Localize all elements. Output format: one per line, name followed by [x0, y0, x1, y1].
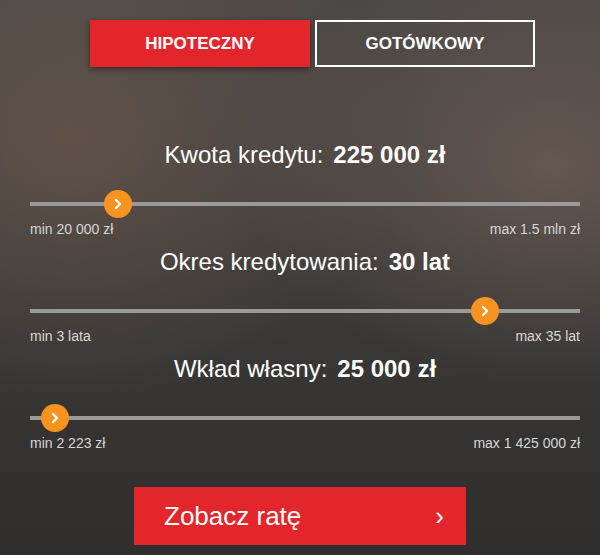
- slider-block: Okres kredytowania: 30 lat min 3 lata max 3…: [30, 247, 580, 346]
- slider-heading: Okres kredytowania: 30 lat: [30, 247, 580, 277]
- tab-bar: HIPOTECZNYGOTÓWKOWY: [0, 20, 600, 67]
- slider-max: max 35 lat: [515, 326, 580, 346]
- slider-min: min 3 lata: [30, 326, 91, 346]
- chevron-right-icon: [112, 198, 124, 210]
- slider-max: max 1.5 mln zł: [490, 219, 580, 239]
- slider[interactable]: [30, 403, 580, 433]
- slider-limits: min 3 lata max 35 lat: [30, 326, 580, 346]
- slider-heading: Wkład własny: 25 000 zł: [30, 354, 580, 384]
- slider-label: Kwota kredytu:: [165, 140, 324, 170]
- slider-value: 30 lat: [389, 247, 450, 277]
- slider-thumb[interactable]: [41, 404, 69, 432]
- chevron-right-icon: [49, 412, 61, 424]
- slider-list: Kwota kredytu: 225 000 zł min 20 000 zł max…: [0, 140, 600, 453]
- slider-limits: min 20 000 zł max 1.5 mln zł: [30, 219, 580, 239]
- chevron-right-icon: [479, 305, 491, 317]
- slider-value: 225 000 zł: [333, 140, 445, 170]
- slider-label: Okres kredytowania:: [160, 247, 379, 277]
- slider-label: Wkład własny:: [174, 354, 327, 384]
- slider-heading: Kwota kredytu: 225 000 zł: [30, 140, 580, 170]
- button-row: Zobacz ratę ›: [0, 487, 600, 545]
- slider-thumb[interactable]: [104, 190, 132, 218]
- slider[interactable]: [30, 296, 580, 326]
- loan-type-tab[interactable]: HIPOTECZNY: [90, 20, 310, 67]
- slider-block: Wkład własny: 25 000 zł min 2 223 zł max 1 …: [30, 354, 580, 453]
- show-rate-button[interactable]: Zobacz ratę ›: [134, 487, 466, 545]
- slider-max: max 1 425 000 zł: [473, 433, 580, 453]
- slider[interactable]: [30, 189, 580, 219]
- loan-calculator: HIPOTECZNYGOTÓWKOWY Kwota kredytu: 225 000…: [0, 0, 600, 555]
- slider-track[interactable]: [30, 416, 580, 420]
- slider-min: min 2 223 zł: [30, 433, 105, 453]
- slider-min: min 20 000 zł: [30, 219, 113, 239]
- loan-type-tab[interactable]: GOTÓWKOWY: [315, 20, 535, 67]
- slider-limits: min 2 223 zł max 1 425 000 zł: [30, 433, 580, 453]
- button-arrow: ›: [435, 501, 444, 532]
- slider-block: Kwota kredytu: 225 000 zł min 20 000 zł max…: [30, 140, 580, 239]
- slider-value: 25 000 zł: [337, 354, 436, 384]
- slider-thumb[interactable]: [471, 297, 499, 325]
- button-label: Zobacz ratę: [164, 501, 301, 532]
